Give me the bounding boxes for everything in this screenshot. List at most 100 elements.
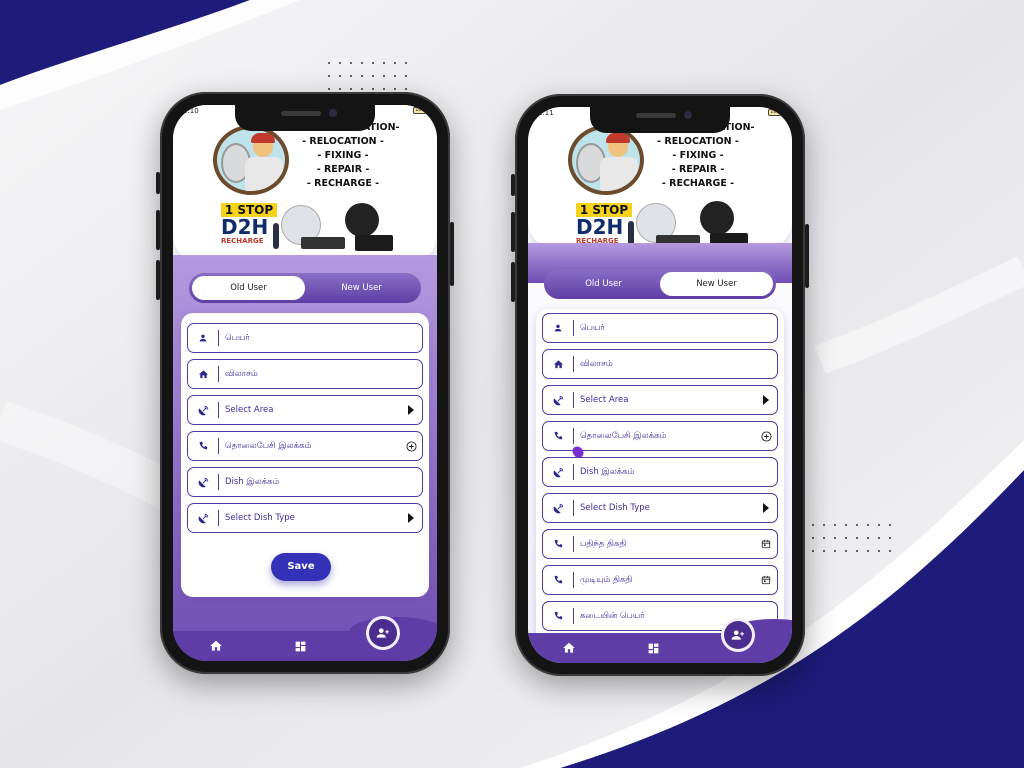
calendar-icon[interactable]	[755, 575, 777, 585]
satellite-dish-icon	[543, 394, 573, 407]
save-button[interactable]: Save	[271, 553, 331, 581]
background	[0, 0, 1024, 768]
dot-pattern-right	[812, 524, 891, 552]
service-item: - FIXING -	[672, 150, 724, 161]
satellite-dish-icon	[188, 476, 218, 489]
app-screen: 2:10 100 - DTH INSTALLATION- - RELOCATIO…	[173, 105, 437, 661]
field-label: தொலைபேசி இலக்கம்	[580, 430, 667, 441]
add-user-icon[interactable]	[369, 619, 397, 647]
volume-up-button	[156, 210, 160, 250]
battery-icon: 100	[768, 109, 782, 116]
field-label: தொலைபேசி இலக்கம்	[225, 440, 312, 451]
select-dish-type-dropdown[interactable]: Select Dish Type	[542, 493, 778, 523]
phone-icon	[188, 441, 218, 451]
phone-number-field[interactable]: தொலைபேசி இலக்கம்	[187, 431, 423, 461]
service-item: - RELOCATION -	[302, 136, 384, 147]
expiry-date-field[interactable]: முடியும் திகதி	[542, 565, 778, 595]
satellite-dish-icon	[543, 466, 573, 479]
home-icon	[188, 369, 218, 380]
name-field[interactable]: பெயர்	[542, 313, 778, 343]
field-label: Dish இலக்கம்	[225, 476, 280, 487]
dashboard-icon[interactable]	[646, 641, 660, 655]
satellite-dish-icon	[543, 502, 573, 515]
phone-icon	[543, 539, 573, 549]
tab-old-user[interactable]: Old User	[547, 272, 660, 296]
volume-up-button	[511, 212, 515, 252]
add-user-icon[interactable]	[724, 621, 752, 649]
status-time: 2:10	[183, 107, 199, 115]
phone-icon	[543, 575, 573, 585]
person-icon	[188, 333, 218, 343]
services-list: - DTH INSTALLATION- - RELOCATION - - FIX…	[283, 121, 403, 191]
volume-down-button	[511, 262, 515, 302]
select-dish-type-dropdown[interactable]: Select Dish Type	[187, 503, 423, 533]
field-label: பதிந்த திகதி	[580, 538, 627, 549]
field-label: Select Dish Type	[580, 503, 650, 513]
mute-switch	[511, 174, 515, 196]
registered-date-field[interactable]: பதிந்த திகதி	[542, 529, 778, 559]
select-area-dropdown[interactable]: Select Area	[542, 385, 778, 415]
add-circle-icon[interactable]	[400, 440, 422, 452]
mute-switch	[156, 172, 160, 194]
field-label: பெயர்	[580, 322, 605, 333]
arrow-right-icon	[400, 513, 422, 523]
satellite-dish-icon	[188, 404, 218, 417]
service-item: - RELOCATION -	[657, 136, 739, 147]
dth-devices-illustration	[273, 201, 399, 257]
field-label: Select Area	[225, 405, 274, 415]
app-screen: 2:11 100 - DTH INSTALLATION- - RELOCATIO…	[528, 107, 792, 663]
status-time: 2:11	[538, 109, 554, 117]
bottom-navigation	[528, 619, 792, 663]
add-circle-icon[interactable]	[755, 430, 777, 442]
dashboard-icon[interactable]	[293, 639, 307, 653]
notch	[590, 107, 730, 133]
phone-mockup-old-user: 2:10 100 - DTH INSTALLATION- - RELOCATIO…	[156, 92, 454, 674]
customer-form: பெயர் விலாசம் Select Area தொலைபேசி இலக்க…	[181, 313, 429, 597]
arrow-right-icon	[755, 503, 777, 513]
field-label: பெயர்	[225, 332, 250, 343]
field-label: Select Dish Type	[225, 513, 295, 523]
service-item: - FIXING -	[317, 150, 369, 161]
home-icon	[543, 359, 573, 370]
home-icon[interactable]	[562, 641, 576, 655]
address-field[interactable]: விலாசம்	[187, 359, 423, 389]
service-item: - REPAIR -	[671, 164, 725, 175]
select-area-dropdown[interactable]: Select Area	[187, 395, 423, 425]
dish-number-field[interactable]: Dish இலக்கம்	[542, 457, 778, 487]
address-field[interactable]: விலாசம்	[542, 349, 778, 379]
power-button	[450, 222, 454, 286]
service-item: - RECHARGE -	[661, 178, 735, 189]
service-item: - RECHARGE -	[306, 178, 380, 189]
arrow-right-icon	[400, 405, 422, 415]
user-type-toggle: Old User New User	[189, 273, 421, 303]
calendar-icon[interactable]	[755, 539, 777, 549]
name-field[interactable]: பெயர்	[187, 323, 423, 353]
tab-new-user[interactable]: New User	[660, 272, 773, 296]
field-label: Select Area	[580, 395, 629, 405]
dot-pattern-top	[328, 62, 407, 90]
home-icon[interactable]	[209, 639, 223, 653]
person-icon	[543, 323, 573, 333]
tab-old-user[interactable]: Old User	[192, 276, 305, 300]
brand-logo: 1 STOP D2H RECHARGE	[221, 203, 277, 245]
power-button	[805, 224, 809, 288]
dish-number-field[interactable]: Dish இலக்கம்	[187, 467, 423, 497]
phone-number-field[interactable]: தொலைபேசி இலக்கம்	[542, 421, 778, 460]
volume-down-button	[156, 260, 160, 300]
customer-form: பெயர் விலாசம் Select Area தொலைபேசி இலக்க…	[536, 309, 784, 649]
user-type-toggle: Old User New User	[544, 269, 776, 299]
phone-mockup-new-user: 2:11 100 - DTH INSTALLATION- - RELOCATIO…	[511, 94, 809, 676]
tab-new-user[interactable]: New User	[305, 276, 418, 300]
phone-icon	[543, 611, 573, 621]
logo-main-text: D2H	[576, 215, 624, 239]
technician-illustration	[568, 125, 644, 195]
bottom-navigation	[173, 617, 437, 661]
field-label: Dish இலக்கம்	[580, 466, 635, 477]
field-label: முடியும் திகதி	[580, 574, 633, 585]
service-item: - REPAIR -	[316, 164, 370, 175]
field-label: கடையின் பெயர்	[580, 610, 645, 621]
satellite-dish-icon	[188, 512, 218, 525]
technician-illustration	[213, 125, 289, 195]
logo-main-text: D2H	[221, 215, 269, 239]
arrow-right-icon	[755, 395, 777, 405]
